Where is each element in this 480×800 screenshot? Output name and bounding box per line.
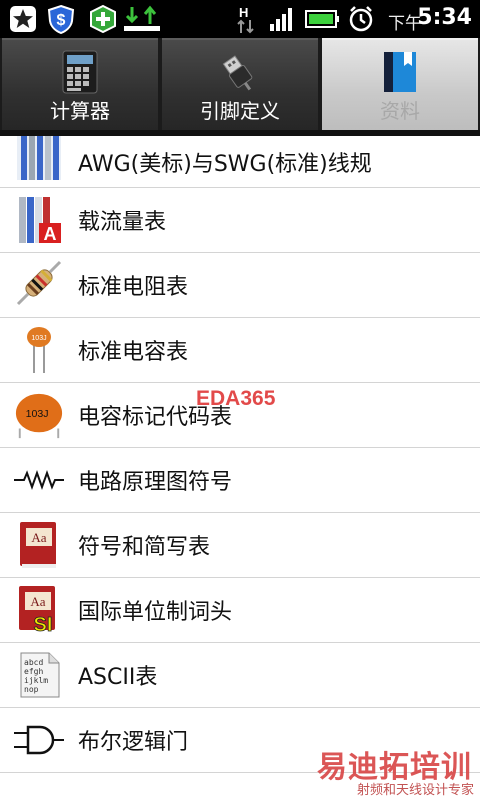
status-bar: $ H 下午 5:34 bbox=[0, 0, 480, 38]
svg-text:$: $ bbox=[57, 12, 66, 29]
list-item-label: 标准电阻表 bbox=[78, 275, 189, 300]
list-item-label: 符号和简写表 bbox=[78, 535, 211, 560]
tab-label: 资料 bbox=[380, 99, 420, 123]
list-item[interactable]: Aa 符号和简写表 bbox=[0, 513, 480, 578]
tab-resources[interactable]: 资料 bbox=[322, 38, 478, 130]
usb-plug-icon bbox=[218, 50, 262, 98]
watermark-eda365: EDA365 bbox=[196, 387, 276, 410]
capacitor-icon: 103J bbox=[14, 325, 64, 375]
resource-list: AWG(美标)与SWG(标准)线规 A 载流量表 标准电阻表 103J 标准电容… bbox=[0, 136, 480, 773]
list-item[interactable]: Aa SI 国际单位制词头 bbox=[0, 578, 480, 643]
and-gate-icon bbox=[14, 715, 64, 765]
svg-text:103J: 103J bbox=[26, 408, 49, 420]
ascii-page-icon: abcd efgh ijklm nop bbox=[14, 650, 64, 700]
svg-text:ijklm: ijklm bbox=[24, 676, 48, 685]
tab-calculator[interactable]: 计算器 bbox=[2, 38, 158, 130]
svg-text:A: A bbox=[44, 224, 57, 244]
tab-pin-definition[interactable]: 引脚定义 bbox=[162, 38, 318, 130]
red-book-icon: Aa bbox=[14, 520, 64, 570]
signal-icon bbox=[268, 4, 298, 38]
download-icon bbox=[122, 4, 162, 38]
list-item-label: AWG(美标)与SWG(标准)线规 bbox=[78, 151, 372, 177]
resistor-icon bbox=[14, 260, 64, 310]
list-item-label: 电路原理图符号 bbox=[78, 470, 233, 495]
svg-text:SI: SI bbox=[34, 614, 53, 636]
svg-text:efgh: efgh bbox=[24, 667, 43, 676]
alarm-icon bbox=[346, 4, 376, 38]
watermark-brand-subtitle: 射频和天线设计专家 bbox=[356, 783, 474, 798]
zigzag-resistor-symbol-icon bbox=[14, 455, 64, 505]
battery-icon bbox=[304, 4, 342, 38]
tab-label: 计算器 bbox=[50, 99, 110, 123]
clock-time: 5:34 bbox=[417, 5, 472, 30]
wire-current-icon: A bbox=[14, 195, 64, 245]
tab-label: 引脚定义 bbox=[200, 99, 280, 123]
svg-text:nop: nop bbox=[24, 685, 39, 694]
green-plus-icon bbox=[88, 4, 118, 38]
shield-dollar-icon: $ bbox=[46, 4, 76, 38]
list-item[interactable]: 标准电阻表 bbox=[0, 253, 480, 318]
svg-text:103J: 103J bbox=[31, 335, 46, 342]
svg-text:Aa: Aa bbox=[30, 594, 45, 609]
svg-text:H: H bbox=[239, 5, 248, 20]
calculator-icon bbox=[62, 50, 98, 98]
list-item[interactable]: A 载流量表 bbox=[0, 188, 480, 253]
list-item[interactable]: AWG(美标)与SWG(标准)线规 bbox=[0, 136, 480, 188]
app-star-icon bbox=[8, 4, 38, 38]
wire-gauge-icon bbox=[14, 136, 64, 180]
list-item[interactable]: 电路原理图符号 bbox=[0, 448, 480, 513]
tab-bar: 计算器 引脚定义 资料 bbox=[0, 38, 480, 130]
list-item-label: 国际单位制词头 bbox=[78, 600, 233, 625]
list-item[interactable]: abcd efgh ijklm nop ASCII表 bbox=[0, 643, 480, 708]
list-item[interactable]: 103J 标准电容表 bbox=[0, 318, 480, 383]
svg-text:abcd: abcd bbox=[24, 658, 43, 667]
book-icon bbox=[380, 50, 420, 98]
list-item-label: ASCII表 bbox=[78, 665, 158, 690]
svg-text:Aa: Aa bbox=[31, 530, 46, 545]
network-h-icon: H bbox=[235, 4, 259, 40]
si-book-icon: Aa SI bbox=[14, 585, 64, 636]
list-item-label: 载流量表 bbox=[78, 210, 167, 235]
list-item-label: 标准电容表 bbox=[78, 340, 189, 365]
list-item-label: 布尔逻辑门 bbox=[78, 730, 189, 755]
ceramic-capacitor-icon: 103J bbox=[14, 390, 64, 440]
